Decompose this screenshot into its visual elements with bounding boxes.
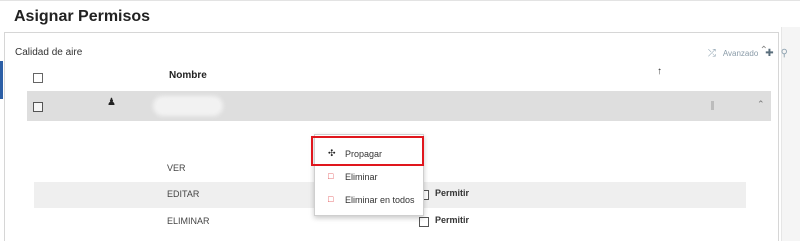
permitir-checkbox[interactable] xyxy=(419,217,429,227)
drag-handle-icon[interactable] xyxy=(711,101,714,110)
chevron-up-icon[interactable]: ⌃ xyxy=(757,99,765,110)
advanced-link[interactable]: Avanzado xyxy=(723,49,758,58)
menu-item-eliminar-en-todos[interactable]: □ Eliminar en todos xyxy=(315,189,423,211)
trash-icon: □ xyxy=(328,194,334,204)
menu-item-label: Eliminar en todos xyxy=(345,195,415,205)
highlight-annotation-box xyxy=(311,136,424,166)
permitir-label[interactable]: Permitir xyxy=(435,215,469,225)
search-icon[interactable]: ⚲ xyxy=(781,48,788,59)
user-icon: ♟ xyxy=(107,97,116,108)
column-header-nombre[interactable]: Nombre xyxy=(169,70,207,81)
menu-item-eliminar[interactable]: □ Eliminar xyxy=(315,166,423,188)
table-row[interactable]: ♟ ⌃ xyxy=(27,91,771,121)
row-checkbox[interactable] xyxy=(33,102,43,112)
select-all-checkbox[interactable] xyxy=(33,73,43,83)
left-accent-bar xyxy=(0,61,3,99)
scrollbar-track[interactable] xyxy=(781,27,800,241)
permission-name: ELIMINAR xyxy=(167,216,210,226)
panel-title[interactable]: Calidad de aire xyxy=(15,47,82,58)
add-icon[interactable]: ✚ xyxy=(765,48,773,59)
shuffle-icon[interactable]: ⤮ xyxy=(708,48,716,59)
redacted-name xyxy=(153,96,223,116)
sort-arrow-up-icon[interactable]: ↑ xyxy=(657,66,662,77)
top-border xyxy=(0,0,800,1)
permitir-label[interactable]: Permitir xyxy=(435,188,469,198)
trash-icon: □ xyxy=(328,171,334,181)
permission-name: EDITAR xyxy=(167,189,200,199)
permission-name: VER xyxy=(167,163,186,173)
menu-item-label: Eliminar xyxy=(345,172,378,182)
table-toolbar: ⤮ Avanzado ✚ ⚲ xyxy=(708,48,788,59)
page-title: Asignar Permisos xyxy=(14,8,151,25)
